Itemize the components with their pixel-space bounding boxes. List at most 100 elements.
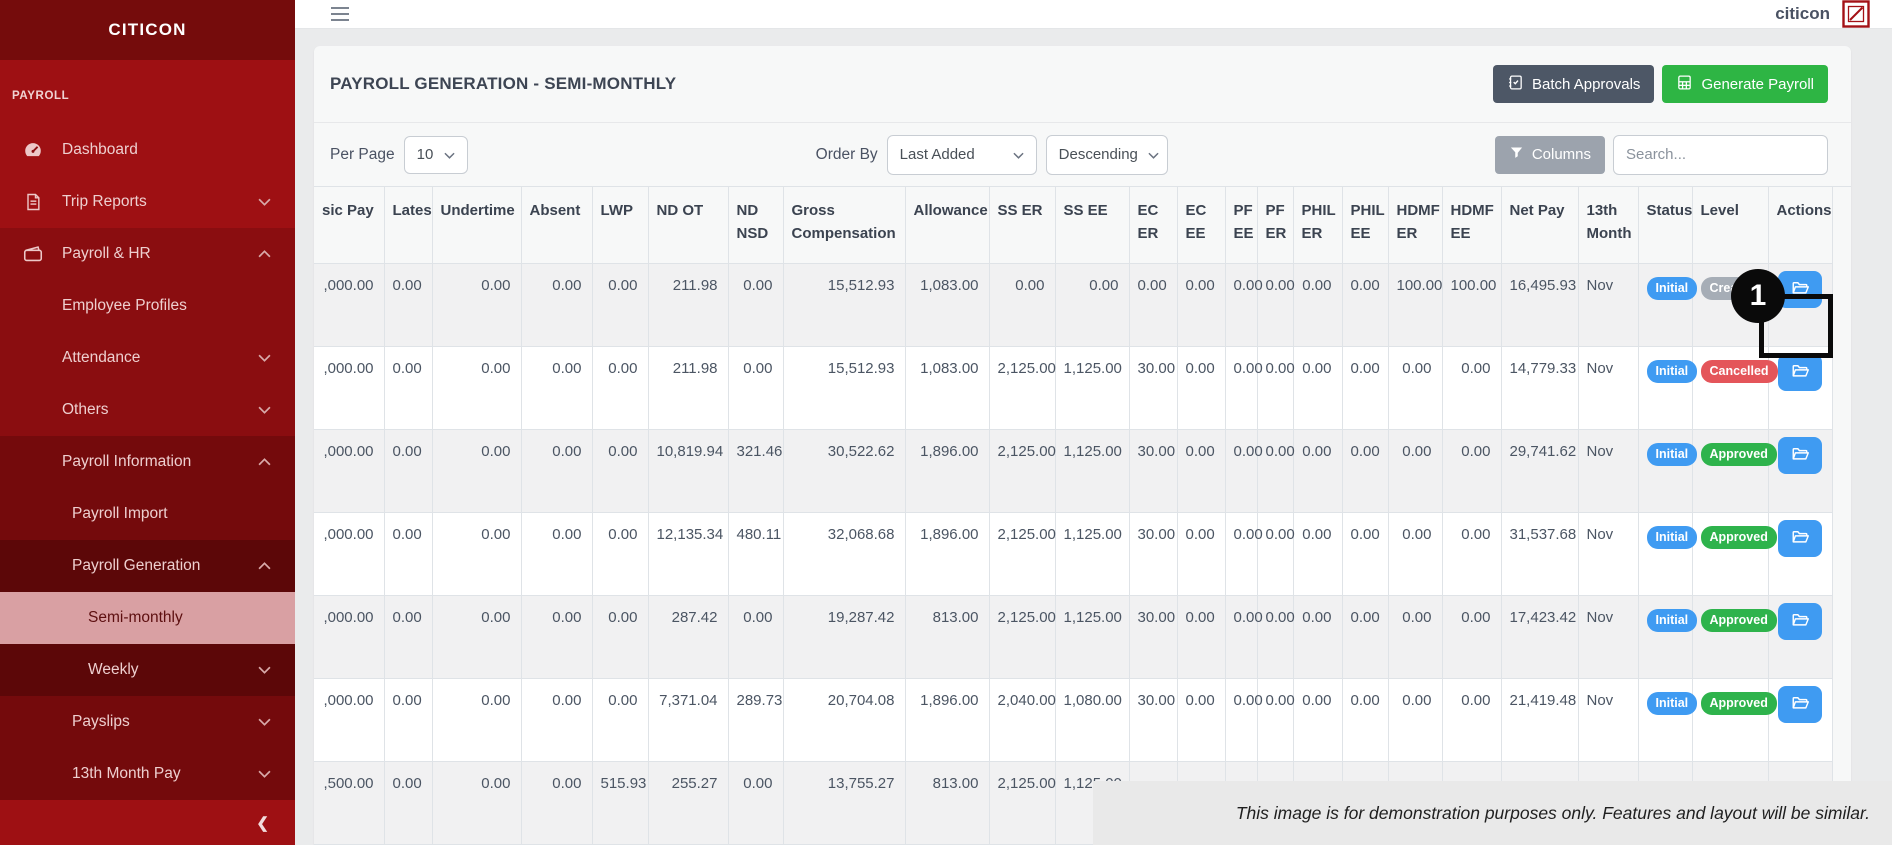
chevron-up-icon: [258, 458, 271, 466]
column-header-phil-er: PHIL ER: [1293, 187, 1342, 263]
sidebar-item-13th-month-pay[interactable]: 13th Month Pay: [0, 748, 295, 800]
order-by-select[interactable]: Last Added: [887, 135, 1037, 175]
sidebar-item-dashboard[interactable]: Dashboard: [0, 124, 295, 176]
sidebar-item-employee-profiles[interactable]: Employee Profiles: [0, 280, 295, 332]
cell: 0.00: [1442, 429, 1501, 512]
company-logo-icon[interactable]: [1842, 0, 1870, 28]
document-icon: [20, 192, 46, 212]
cell: 0.00: [1342, 263, 1388, 346]
cell: 2,040.00: [989, 678, 1055, 761]
cell: 12,135.34: [648, 512, 728, 595]
open-payroll-button[interactable]: [1778, 686, 1822, 723]
cell: 0.00: [1388, 595, 1442, 678]
column-header-hdmf-ee: HDMF EE: [1442, 187, 1501, 263]
cell: 0.00: [592, 595, 648, 678]
cell: 2,125.00: [989, 429, 1055, 512]
generate-payroll-button[interactable]: Generate Payroll: [1662, 65, 1828, 103]
sidebar-item-payslips[interactable]: Payslips: [0, 696, 295, 748]
cell: 0.00: [384, 761, 432, 844]
cell: 0.00: [1442, 595, 1501, 678]
per-page-control: Per Page 10: [330, 136, 468, 174]
level-badge: Approved: [1701, 692, 1777, 715]
sidebar-item-trip-reports[interactable]: Trip Reports: [0, 176, 295, 228]
open-payroll-button[interactable]: [1778, 520, 1822, 557]
collapse-left-icon: ❮: [256, 814, 269, 832]
cell: 0.00: [1177, 429, 1225, 512]
cell: 17,423.42: [1501, 595, 1578, 678]
sidebar-item-label: Semi-monthly: [88, 609, 183, 627]
cell: 10,819.94: [648, 429, 728, 512]
columns-button[interactable]: Columns: [1495, 136, 1605, 174]
sidebar-item-label: Trip Reports: [62, 193, 147, 211]
search-input[interactable]: [1613, 135, 1828, 175]
cell: 0.00: [592, 678, 648, 761]
cell: 16,495.93: [1501, 263, 1578, 346]
cell: 0.00: [1293, 512, 1342, 595]
cell: 0.00: [1177, 678, 1225, 761]
folder-open-icon: [1791, 445, 1809, 466]
order-direction-select[interactable]: Descending: [1046, 135, 1168, 175]
cell: 30.00: [1129, 678, 1177, 761]
batch-approvals-button[interactable]: Batch Approvals: [1493, 65, 1654, 103]
cell: 0.00: [1388, 429, 1442, 512]
annotation-marker: 1: [1731, 269, 1785, 323]
column-header-pf-ee: PF EE: [1225, 187, 1257, 263]
cell-level: Cancelled: [1692, 346, 1768, 429]
column-header-absent: Absent: [521, 187, 592, 263]
sidebar-item-semi-monthly[interactable]: Semi-monthly: [0, 592, 295, 644]
sidebar-item-payroll-generation[interactable]: Payroll Generation: [0, 540, 295, 592]
column-header-actions: Actions: [1768, 187, 1832, 263]
cell: 0.00: [1342, 429, 1388, 512]
column-header-undertime: Undertime: [432, 187, 521, 263]
sidebar-item-payroll-import[interactable]: Payroll Import: [0, 488, 295, 540]
open-payroll-button[interactable]: [1778, 603, 1822, 640]
level-badge: Approved: [1701, 609, 1777, 632]
cell: 480.11: [728, 512, 783, 595]
cell: 15,512.93: [783, 346, 905, 429]
cell: 211.98: [648, 263, 728, 346]
payroll-card: PAYROLL GENERATION - SEMI-MONTHLY Batch …: [314, 46, 1851, 845]
sidebar-item-label: Employee Profiles: [62, 297, 187, 315]
cell: 30.00: [1129, 346, 1177, 429]
folder-open-icon: [1791, 694, 1809, 715]
cell: 1,083.00: [905, 346, 989, 429]
dashboard-icon: [20, 139, 46, 161]
cell: 0.00: [1055, 263, 1129, 346]
page-title: PAYROLL GENERATION - SEMI-MONTHLY: [330, 74, 676, 94]
cell: 15,512.93: [783, 263, 905, 346]
cell-13th-month: Nov: [1578, 263, 1638, 346]
sidebar-collapse-bar[interactable]: ❮: [0, 800, 295, 845]
level-badge: Cancelled: [1701, 360, 1778, 383]
cell-level: Approved: [1692, 512, 1768, 595]
topbar: citicon: [295, 0, 1892, 29]
sidebar-item-payroll-information[interactable]: Payroll Information: [0, 436, 295, 488]
column-header-pf-er: PF ER: [1257, 187, 1293, 263]
cell: 0.00: [1225, 595, 1257, 678]
sidebar-item-label: Payroll & HR: [62, 245, 151, 263]
cell: 0.00: [1257, 263, 1293, 346]
cell: ,000.00: [314, 512, 384, 595]
cell: 0.00: [432, 761, 521, 844]
spreadsheet-icon: [1676, 74, 1693, 95]
chevron-down-icon: [1148, 146, 1159, 163]
cell: 2,125.00: [989, 346, 1055, 429]
column-header-ec-ee: EC EE: [1177, 187, 1225, 263]
sidebar-item-attendance[interactable]: Attendance: [0, 332, 295, 384]
sidebar-brand: CITICON: [0, 0, 295, 60]
status-badge: Initial: [1647, 692, 1698, 715]
table-body: ,000.000.000.000.000.00211.980.0015,512.…: [314, 263, 1832, 844]
per-page-select[interactable]: 10: [404, 136, 468, 174]
cell: 0.00: [432, 429, 521, 512]
menu-toggle-icon[interactable]: [330, 6, 350, 22]
cell-13th-month: Nov: [1578, 678, 1638, 761]
sidebar-item-weekly[interactable]: Weekly: [0, 644, 295, 696]
open-payroll-button[interactable]: [1778, 354, 1822, 391]
wallet-icon: [20, 243, 46, 265]
order-by-control: Order By Last Added Descending: [816, 135, 1168, 175]
open-payroll-button[interactable]: [1778, 437, 1822, 474]
cell: ,000.00: [314, 346, 384, 429]
sidebar-item-others[interactable]: Others: [0, 384, 295, 436]
sidebar-item-payroll-hr[interactable]: Payroll & HR: [0, 228, 295, 280]
column-header-allowance: Allowance: [905, 187, 989, 263]
cell: 0.00: [432, 263, 521, 346]
